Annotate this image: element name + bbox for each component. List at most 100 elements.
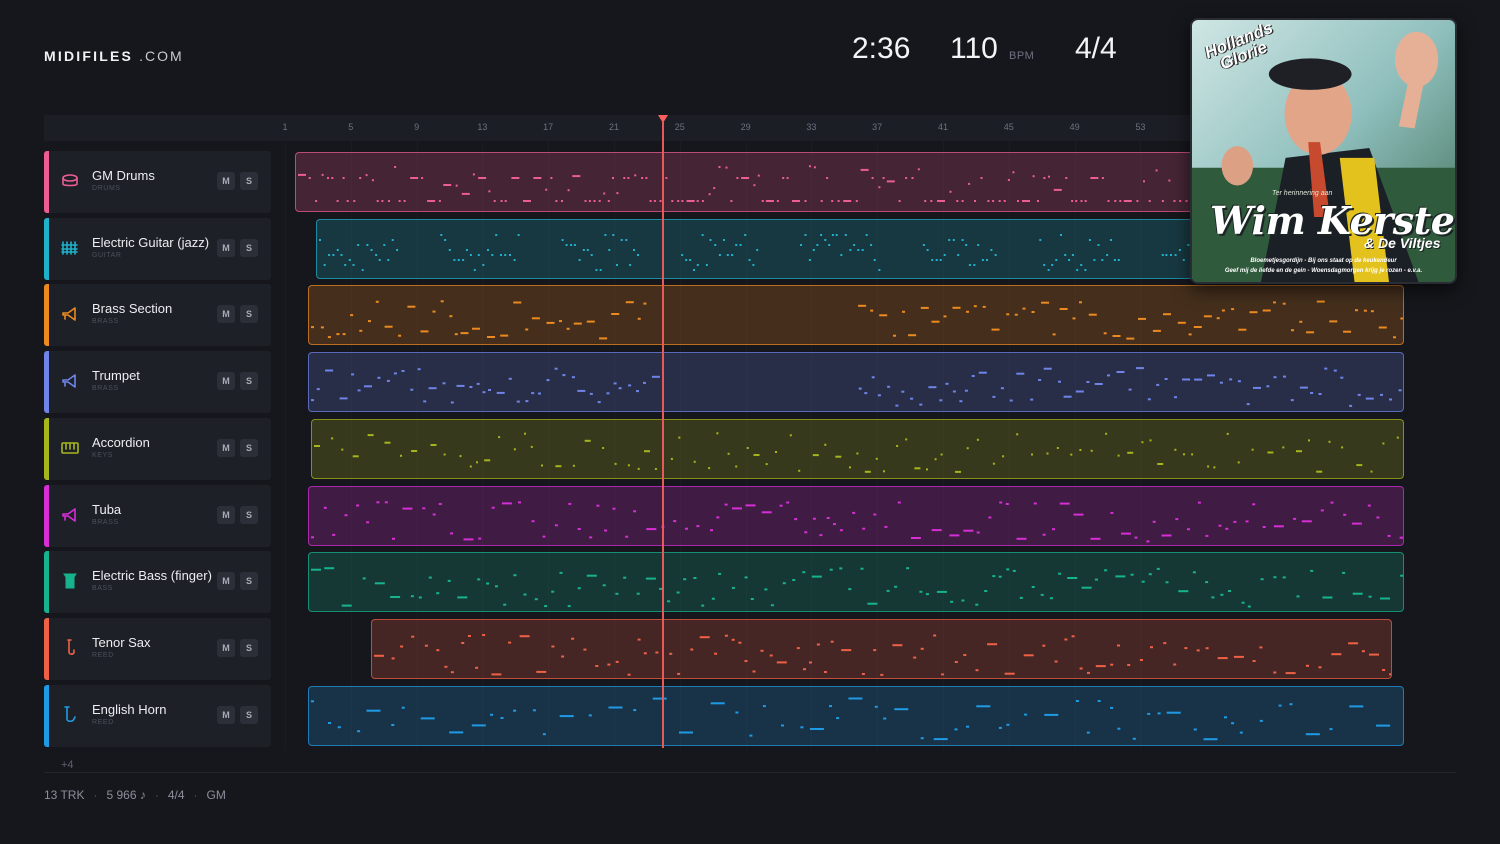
track-lane[interactable]	[308, 552, 1404, 612]
mute-button[interactable]: M	[217, 172, 235, 190]
midi-note	[1128, 388, 1132, 391]
midi-note	[887, 385, 891, 388]
midi-note	[1262, 526, 1266, 528]
midi-note	[816, 244, 819, 246]
midi-note	[1380, 597, 1391, 600]
track-lane[interactable]	[308, 686, 1404, 746]
midi-note	[359, 177, 362, 179]
solo-button[interactable]: S	[240, 439, 258, 457]
midi-note	[606, 663, 610, 666]
solo-button[interactable]: S	[240, 305, 258, 323]
mute-button[interactable]: M	[217, 572, 235, 590]
track-lane[interactable]	[308, 285, 1404, 345]
track-header[interactable]: Trumpet BRASS M S	[44, 351, 271, 413]
track-header[interactable]: Electric Guitar (jazz) GUITAR M S	[44, 218, 271, 280]
midi-note	[1052, 528, 1056, 531]
midi-note	[1205, 647, 1209, 650]
midi-note	[749, 734, 753, 737]
track-header[interactable]: Tenor Sax REED M S	[44, 618, 271, 680]
mute-button[interactable]: M	[217, 372, 235, 390]
midi-note	[491, 506, 495, 509]
midi-note	[901, 390, 905, 393]
midi-note	[357, 244, 360, 246]
midi-note	[1388, 673, 1392, 676]
midi-note	[582, 648, 586, 651]
solo-button[interactable]: S	[240, 372, 258, 390]
midi-note	[1022, 307, 1026, 310]
midi-note	[820, 200, 823, 202]
midi-note	[1299, 386, 1308, 389]
midi-note	[835, 455, 842, 458]
track-lane[interactable]	[294, 152, 1203, 212]
ruler-tick: 5	[348, 122, 354, 132]
midi-note	[1141, 441, 1144, 444]
midi-note	[487, 336, 496, 338]
midi-note	[714, 244, 717, 246]
midi-note	[920, 647, 924, 650]
midi-note	[474, 666, 478, 669]
midi-note	[993, 462, 996, 465]
midi-note	[570, 244, 573, 246]
midi-note	[584, 200, 587, 202]
midi-note	[511, 177, 520, 179]
mute-button[interactable]: M	[217, 506, 235, 524]
midi-note	[744, 234, 747, 236]
midi-note	[1047, 269, 1050, 271]
track-lane[interactable]	[308, 352, 1404, 412]
midi-note	[701, 200, 704, 202]
solo-button[interactable]: S	[240, 239, 258, 257]
midi-note	[802, 571, 806, 574]
midi-note	[566, 327, 570, 330]
midi-note	[361, 269, 364, 271]
midi-note	[1164, 378, 1168, 380]
track-header[interactable]: GM Drums DRUMS M S	[44, 151, 271, 213]
midi-note	[432, 513, 436, 516]
note-pattern	[311, 367, 1402, 407]
track-header[interactable]: Accordion KEYS M S	[44, 418, 271, 480]
track-color-stripe	[44, 218, 49, 280]
track-lane[interactable]	[370, 619, 1393, 679]
midi-note	[959, 400, 963, 403]
midi-note	[1283, 375, 1287, 378]
midi-note	[1262, 309, 1271, 312]
midi-note	[949, 190, 952, 193]
more-tracks-indicator[interactable]: +4	[61, 759, 74, 771]
midi-note	[422, 507, 426, 510]
midi-note	[612, 507, 616, 510]
playhead[interactable]	[662, 122, 665, 748]
mute-button[interactable]: M	[217, 639, 235, 657]
midi-note	[962, 654, 966, 656]
midi-note	[1194, 378, 1203, 381]
solo-button[interactable]: S	[240, 572, 258, 590]
midi-note	[1003, 200, 1006, 202]
midi-note	[1079, 301, 1083, 304]
solo-button[interactable]: S	[240, 706, 258, 724]
midi-note	[546, 379, 550, 382]
track-lane[interactable]	[311, 419, 1404, 479]
track-lane[interactable]	[316, 219, 1203, 279]
midi-note	[820, 234, 823, 236]
midi-note	[945, 382, 949, 385]
midi-note	[920, 306, 929, 309]
midi-note	[693, 269, 696, 271]
solo-button[interactable]: S	[240, 506, 258, 524]
midi-note	[861, 249, 864, 251]
solo-button[interactable]: S	[240, 639, 258, 657]
track-header[interactable]: English Horn REED M S	[44, 685, 271, 747]
mute-button[interactable]: M	[217, 305, 235, 323]
mute-button[interactable]: M	[217, 706, 235, 724]
midi-note	[613, 382, 617, 385]
track-header[interactable]: Tuba BRASS M S	[44, 485, 271, 547]
midi-note	[350, 314, 354, 317]
midi-note	[1205, 581, 1209, 584]
midi-note	[991, 200, 994, 202]
track-lane[interactable]	[308, 486, 1404, 546]
track-header[interactable]: Electric Bass (finger) BASS M S	[44, 551, 271, 613]
mute-button[interactable]: M	[217, 439, 235, 457]
midi-note	[731, 254, 734, 256]
midi-note	[1252, 503, 1256, 506]
mute-button[interactable]: M	[217, 239, 235, 257]
track-header[interactable]: Brass Section BRASS M S	[44, 284, 271, 346]
solo-button[interactable]: S	[240, 172, 258, 190]
midi-note	[1005, 503, 1009, 505]
